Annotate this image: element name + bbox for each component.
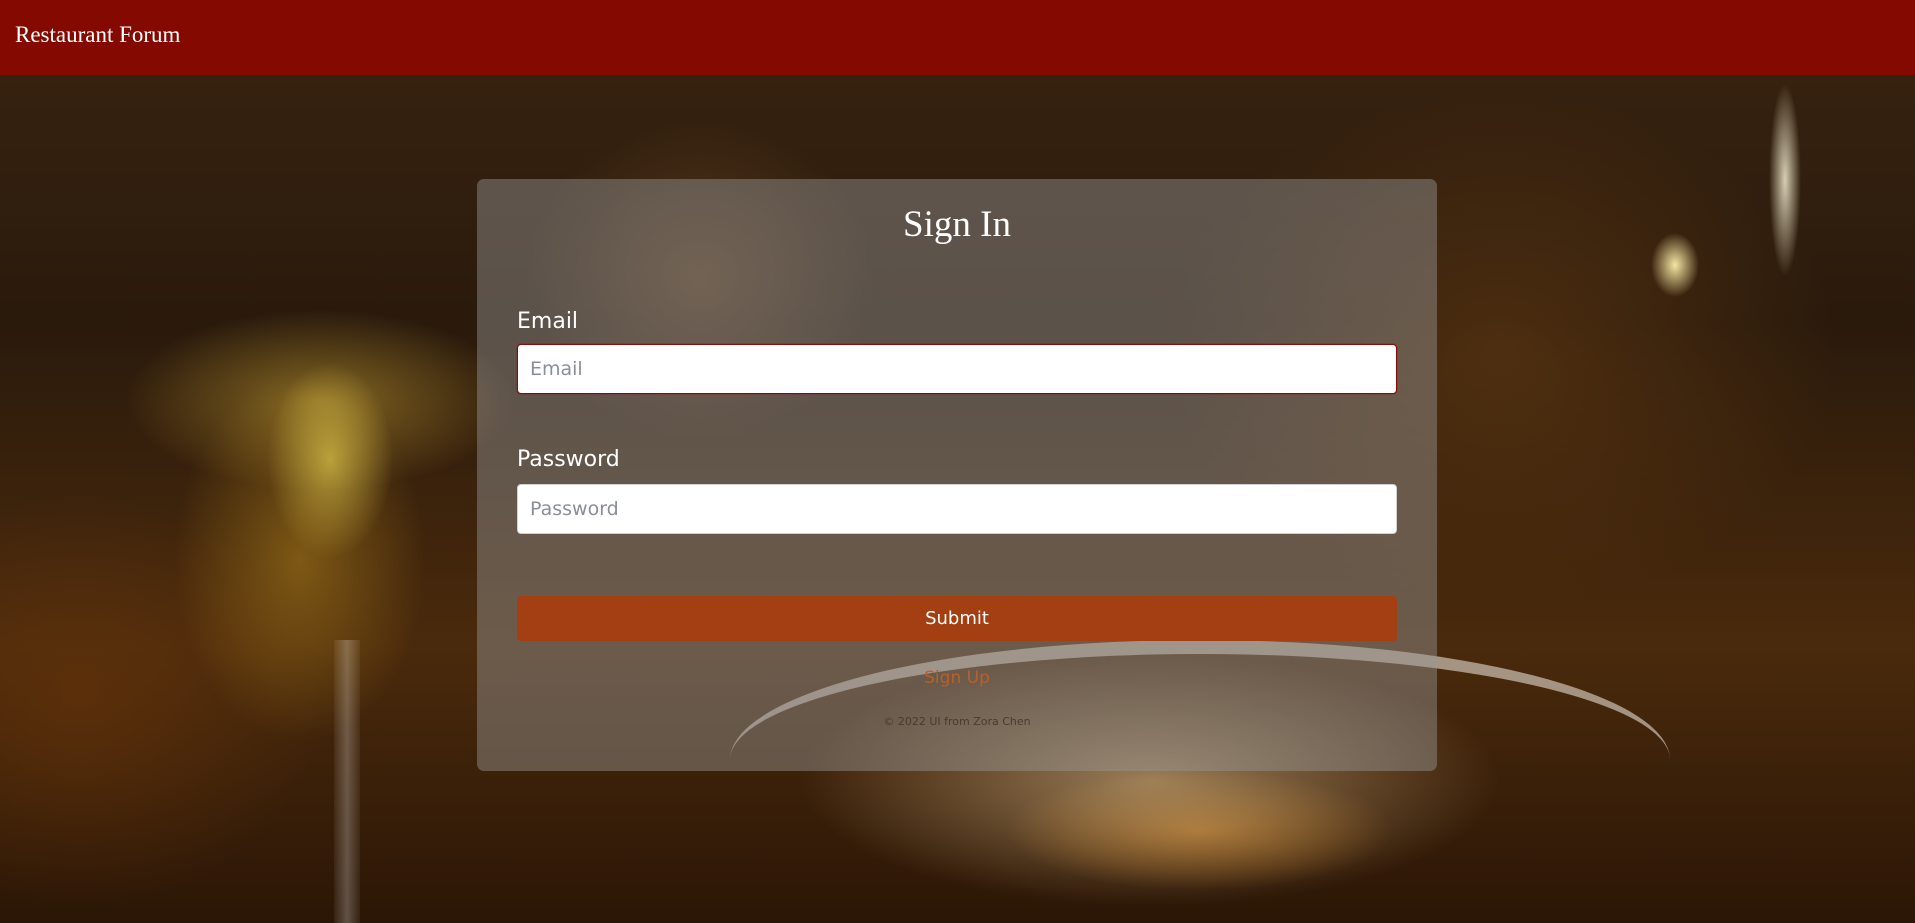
brand-link[interactable]: Restaurant Forum — [15, 22, 180, 48]
signin-card: Sign In Email Password Submit Sign Up © … — [477, 179, 1437, 771]
password-field[interactable] — [517, 484, 1397, 534]
password-label: Password — [517, 447, 620, 472]
wine-glass-stem — [334, 640, 360, 923]
signup-link[interactable]: Sign Up — [477, 668, 1437, 688]
email-label: Email — [517, 309, 579, 334]
page-title: Sign In — [903, 204, 1011, 245]
submit-button[interactable]: Submit — [517, 596, 1397, 641]
top-navbar: Restaurant Forum — [0, 0, 1915, 75]
copyright-footer: © 2022 UI from Zora Chen — [883, 715, 1031, 728]
email-field[interactable] — [517, 344, 1397, 394]
